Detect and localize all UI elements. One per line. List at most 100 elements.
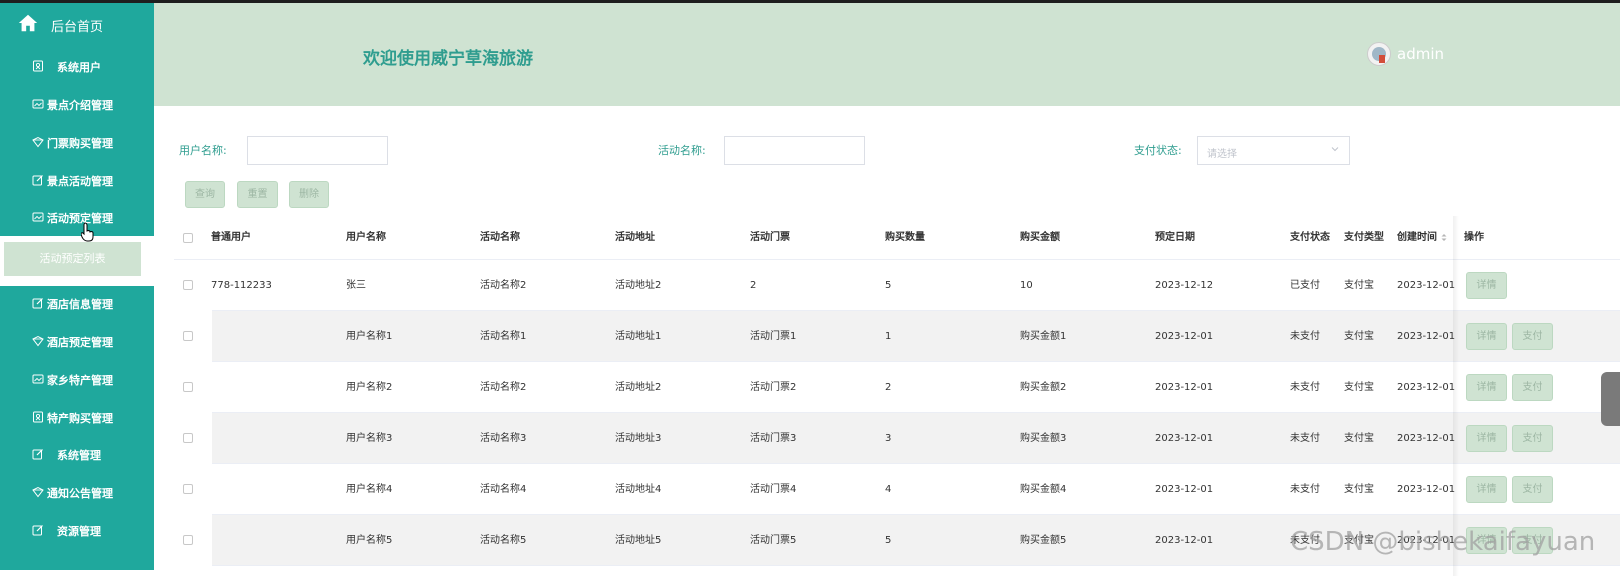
row-checkbox[interactable] bbox=[183, 382, 193, 392]
cell-status: 已支付 bbox=[1290, 280, 1320, 291]
sidebar-item-2[interactable]: 景点介绍管理 bbox=[0, 85, 154, 123]
column-header[interactable]: 创建时间 bbox=[1397, 216, 1447, 260]
hand-cursor-icon bbox=[81, 222, 94, 242]
column-header: 活动名称 bbox=[480, 232, 520, 243]
edit-icon bbox=[32, 175, 43, 186]
image-icon bbox=[32, 212, 44, 222]
delete-button[interactable]: 删除 bbox=[289, 181, 329, 208]
query-button[interactable]: 查询 bbox=[185, 181, 225, 208]
cell-created: 2023-12-01 bbox=[1397, 331, 1456, 342]
column-header: 普通用户 bbox=[211, 232, 251, 243]
sidebar-item-11[interactable]: 通知公告管理 bbox=[0, 473, 154, 511]
detail-button[interactable]: 详情 bbox=[1466, 425, 1507, 452]
row-checkbox[interactable] bbox=[183, 331, 193, 341]
sidebar-item-10[interactable]: 系统管理 bbox=[0, 435, 154, 473]
sort-icon[interactable] bbox=[1441, 233, 1447, 242]
cell-name: 张三 bbox=[346, 280, 366, 291]
sidebar-item-label: 景点活动管理 bbox=[47, 175, 113, 188]
sidebar-item-8[interactable]: 家乡特产管理 bbox=[0, 360, 154, 398]
cell-user: 778-112233 bbox=[211, 280, 272, 291]
cell-ticket: 活动门票2 bbox=[750, 382, 797, 393]
table-row: 用户名称3 活动名称3 活动地址3 活动门票3 3 购买金额3 2023-12-01 未支付 支… bbox=[174, 413, 1620, 464]
username-filter-input[interactable] bbox=[247, 136, 388, 165]
pay-button[interactable]: 支付 bbox=[1512, 425, 1553, 452]
row-checkbox[interactable] bbox=[183, 280, 193, 290]
cell-address: 活动地址1 bbox=[615, 331, 662, 342]
cell-type: 支付宝 bbox=[1344, 280, 1374, 291]
sidebar-item-label: 系统管理 bbox=[57, 449, 101, 462]
edit-icon bbox=[32, 525, 43, 536]
cell-activity: 活动名称2 bbox=[480, 382, 527, 393]
detail-button[interactable]: 详情 bbox=[1466, 323, 1507, 350]
cell-ticket: 活动门票3 bbox=[750, 433, 797, 444]
column-header: 用户名称 bbox=[346, 232, 386, 243]
detail-button[interactable]: 详情 bbox=[1466, 476, 1507, 503]
ticket-icon bbox=[32, 335, 44, 347]
sidebar-item-4[interactable]: 景点活动管理 bbox=[0, 161, 154, 199]
pay-button[interactable]: 支付 bbox=[1512, 476, 1553, 503]
cell-name: 用户名称2 bbox=[346, 382, 393, 393]
side-collapse-toggle[interactable] bbox=[1601, 372, 1620, 426]
cell-status: 未支付 bbox=[1290, 484, 1320, 495]
cell-qty: 2 bbox=[885, 382, 892, 393]
column-header: 支付类型 bbox=[1344, 232, 1384, 243]
sidebar-item-5[interactable]: 活动预定管理 bbox=[0, 198, 154, 236]
pay-status-placeholder: 请选择 bbox=[1207, 149, 1237, 160]
pay-button[interactable]: 支付 bbox=[1512, 323, 1553, 350]
detail-button[interactable]: 详情 bbox=[1466, 272, 1507, 299]
cell-activity: 活动名称3 bbox=[480, 433, 527, 444]
sidebar-item-label: 酒店预定管理 bbox=[47, 336, 113, 349]
cell-amount: 10 bbox=[1020, 280, 1033, 291]
sidebar-item-label: 家乡特产管理 bbox=[47, 374, 113, 387]
cell-name: 用户名称5 bbox=[346, 535, 393, 546]
cell-amount: 购买金额1 bbox=[1020, 331, 1067, 342]
cell-type: 支付宝 bbox=[1344, 331, 1374, 342]
column-header: 活动门票 bbox=[750, 232, 790, 243]
sidebar-item-7[interactable]: 酒店预定管理 bbox=[0, 322, 154, 360]
cell-qty: 3 bbox=[885, 433, 892, 444]
row-checkbox[interactable] bbox=[183, 433, 193, 443]
row-checkbox[interactable] bbox=[183, 535, 193, 545]
sidebar-item-1[interactable]: 系统用户 bbox=[0, 47, 154, 85]
activity-filter-label: 活动名称: bbox=[658, 144, 706, 157]
column-header: 操作 bbox=[1464, 232, 1484, 243]
sidebar-item-label: 酒店信息管理 bbox=[47, 298, 113, 311]
reset-button[interactable]: 重置 bbox=[237, 181, 278, 208]
cell-amount: 购买金额4 bbox=[1020, 484, 1067, 495]
username-label[interactable]: admin bbox=[1397, 45, 1444, 63]
cell-qty: 1 bbox=[885, 331, 892, 342]
cell-activity: 活动名称1 bbox=[480, 331, 527, 342]
sidebar-item-6[interactable]: 酒店信息管理 bbox=[0, 284, 154, 322]
sidebar-item-12[interactable]: 资源管理 bbox=[0, 511, 154, 549]
sidebar-subitem-activity-booking-list[interactable]: 活动预定列表 bbox=[4, 242, 141, 276]
pay-button[interactable]: 支付 bbox=[1512, 374, 1553, 401]
cell-date: 2023-12-12 bbox=[1155, 280, 1214, 291]
sidebar-item-3[interactable]: 门票购买管理 bbox=[0, 123, 154, 161]
cell-status: 未支付 bbox=[1290, 382, 1320, 393]
cell-ticket: 2 bbox=[750, 280, 757, 291]
user-badge-icon bbox=[33, 411, 43, 423]
cell-ticket: 活动门票1 bbox=[750, 331, 797, 342]
detail-button[interactable]: 详情 bbox=[1466, 374, 1507, 401]
column-header: 预定日期 bbox=[1155, 232, 1195, 243]
pay-status-filter-label: 支付状态: bbox=[1134, 144, 1182, 157]
cell-name: 用户名称3 bbox=[346, 433, 393, 444]
cell-date: 2023-12-01 bbox=[1155, 484, 1214, 495]
sidebar-item-9[interactable]: 特产购买管理 bbox=[0, 398, 154, 436]
select-all-checkbox[interactable] bbox=[183, 233, 193, 243]
sidebar-home[interactable]: 后台首页 bbox=[0, 3, 154, 47]
avatar[interactable] bbox=[1367, 42, 1391, 66]
cell-qty: 5 bbox=[885, 280, 892, 291]
cell-address: 活动地址5 bbox=[615, 535, 662, 546]
page-title: 欢迎使用威宁草海旅游 bbox=[363, 49, 533, 69]
cell-address: 活动地址2 bbox=[615, 382, 662, 393]
cell-address: 活动地址3 bbox=[615, 433, 662, 444]
cell-amount: 购买金额3 bbox=[1020, 433, 1067, 444]
cell-date: 2023-12-01 bbox=[1155, 331, 1214, 342]
column-header: 购买数量 bbox=[885, 232, 925, 243]
activity-filter-input[interactable] bbox=[724, 136, 865, 165]
ticket-icon bbox=[32, 486, 44, 498]
row-checkbox[interactable] bbox=[183, 484, 193, 494]
pay-status-select[interactable]: 请选择 bbox=[1197, 136, 1350, 165]
top-header: 欢迎使用威宁草海旅游 admin bbox=[154, 3, 1620, 106]
